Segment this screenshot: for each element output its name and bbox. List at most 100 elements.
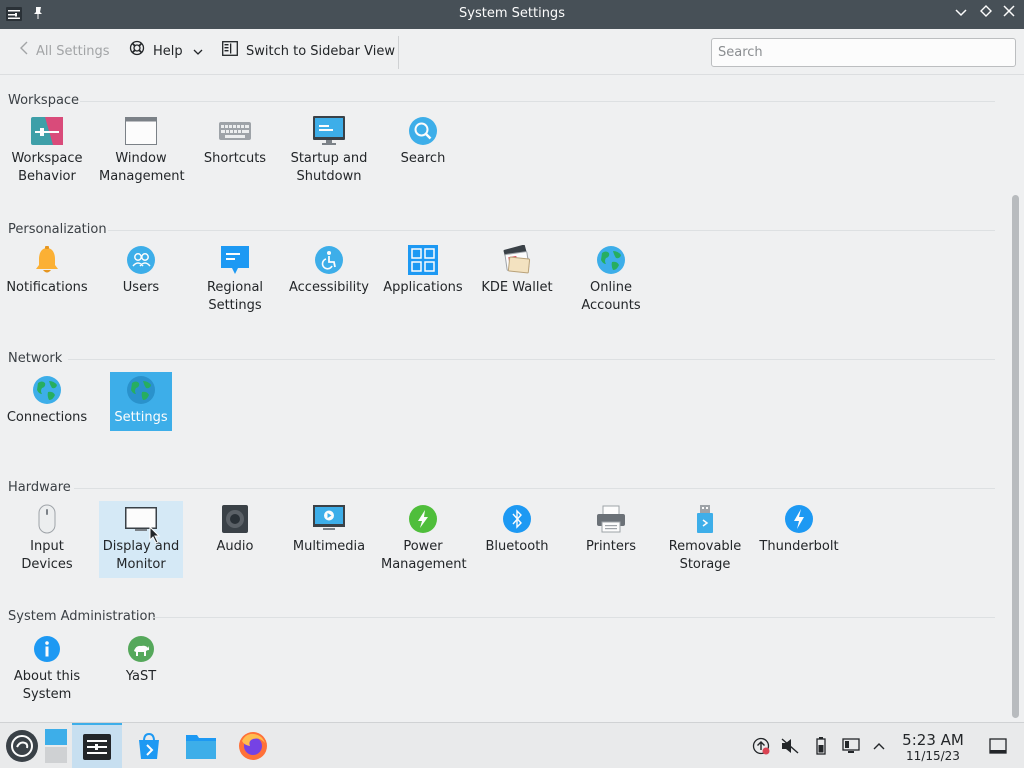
item-label: YaST: [125, 669, 157, 684]
file-manager-icon[interactable]: [178, 723, 224, 768]
item-shortcuts[interactable]: Shortcuts: [193, 115, 277, 168]
item-accessibility[interactable]: Accessibility: [287, 244, 371, 297]
globe-icon: [125, 374, 157, 406]
item-display-and-monitor[interactable]: Display and Monitor: [99, 501, 183, 578]
firefox-icon[interactable]: [230, 723, 276, 768]
thunderbolt-icon: [783, 503, 815, 535]
mouse-icon: [31, 503, 63, 535]
globe-icon: [595, 244, 627, 276]
item-label: Bluetooth: [485, 539, 549, 554]
taskbar: 5:23 AM 11/15/23: [0, 722, 1024, 768]
discover-icon[interactable]: [126, 723, 172, 768]
toolbar-separator: [398, 36, 399, 69]
opensuse-menu-icon[interactable]: [2, 723, 42, 768]
item-window-management[interactable]: Window Management: [99, 115, 185, 186]
item-yast[interactable]: YaST: [99, 631, 183, 686]
section-divider: [152, 617, 995, 618]
tray-expand-icon[interactable]: [869, 723, 889, 768]
keyboard-icon: [219, 115, 251, 147]
section-divider: [74, 488, 995, 489]
pager-icon[interactable]: [42, 723, 70, 768]
network-icon[interactable]: [840, 723, 862, 768]
multimedia-icon: [313, 503, 345, 535]
item-label: Startup and Shutdown: [290, 151, 368, 184]
item-notifications[interactable]: Notifications: [5, 244, 89, 297]
settings-overview: Workspace Workspace Behavior Window Mana…: [0, 76, 1008, 720]
item-thunderbolt[interactable]: Thunderbolt: [757, 501, 841, 556]
item-input-devices[interactable]: Input Devices: [5, 501, 89, 574]
mouse-cursor-icon: [149, 525, 161, 548]
section-divider: [80, 101, 995, 102]
clock-date: 11/15/23: [906, 749, 960, 763]
help-label: Help: [153, 44, 183, 59]
updates-icon[interactable]: [750, 723, 772, 768]
item-audio[interactable]: Audio: [193, 501, 277, 556]
battery-icon[interactable]: [811, 723, 831, 768]
item-label: Shortcuts: [203, 151, 267, 166]
speaker-icon: [219, 503, 251, 535]
help-menu-button[interactable]: Help: [129, 40, 203, 63]
search-input[interactable]: Search: [711, 38, 1016, 67]
monitor-icon: [313, 115, 345, 147]
item-removable-storage[interactable]: Removable Storage: [663, 501, 747, 574]
item-label: Workspace Behavior: [11, 151, 83, 184]
item-network-settings[interactable]: Settings: [110, 372, 172, 431]
item-label: Thunderbolt: [759, 539, 839, 554]
item-label: Printers: [585, 539, 637, 554]
item-about-this-system[interactable]: About this System: [5, 631, 89, 704]
power-icon: [407, 503, 439, 535]
section-title-personalization: Personalization: [8, 222, 107, 237]
item-applications[interactable]: Applications: [381, 244, 465, 297]
item-label: Display and Monitor: [102, 539, 180, 572]
window-title: System Settings: [459, 6, 565, 21]
title-bar: System Settings: [0, 0, 1024, 29]
all-settings-back-button[interactable]: All Settings: [20, 41, 110, 63]
switch-to-sidebar-view-button[interactable]: Switch to Sidebar View: [222, 40, 395, 63]
item-printers[interactable]: Printers: [569, 501, 653, 556]
users-icon: [125, 244, 157, 276]
scrollbar-thumb[interactable]: [1012, 195, 1019, 718]
item-label: Removable Storage: [668, 539, 742, 572]
item-label: Users: [122, 280, 160, 295]
item-label: Accessibility: [289, 280, 369, 295]
applications-grid-icon: [407, 244, 439, 276]
item-label: Online Accounts: [581, 280, 641, 313]
item-label: Input Devices: [21, 539, 73, 572]
chevron-left-icon: [20, 41, 28, 63]
minimize-icon[interactable]: [952, 5, 970, 23]
item-users[interactable]: Users: [99, 244, 183, 297]
wallet-icon: [501, 244, 533, 276]
item-bluetooth[interactable]: Bluetooth: [475, 501, 559, 556]
section-title-system-administration: System Administration: [8, 609, 156, 624]
item-search[interactable]: Search: [381, 115, 465, 168]
item-label: Multimedia: [292, 539, 366, 554]
info-icon: [31, 633, 63, 665]
item-kde-wallet[interactable]: KDE Wallet: [475, 244, 559, 297]
close-icon[interactable]: [1000, 5, 1018, 23]
chevron-down-icon: [193, 41, 203, 63]
system-settings-icon[interactable]: [72, 723, 122, 768]
item-multimedia[interactable]: Multimedia: [287, 501, 371, 556]
item-regional-settings[interactable]: Regional Settings: [193, 244, 277, 315]
item-label: Notifications: [6, 280, 88, 295]
digital-clock[interactable]: 5:23 AM 11/15/23: [898, 732, 968, 764]
workspace-behavior-icon: [31, 115, 63, 147]
toolbar: All Settings Help Switch to Sidebar View…: [0, 29, 1024, 75]
maximize-icon[interactable]: [977, 5, 995, 23]
accessibility-icon: [313, 244, 345, 276]
item-connections[interactable]: Connections: [5, 372, 89, 431]
item-online-accounts[interactable]: Online Accounts: [569, 244, 653, 315]
yast-icon: [125, 633, 157, 665]
bell-icon: [31, 244, 63, 276]
item-label: KDE Wallet: [481, 280, 553, 295]
section-divider: [68, 359, 995, 360]
show-desktop-icon[interactable]: [986, 723, 1010, 768]
volume-muted-icon[interactable]: [779, 723, 801, 768]
item-workspace-behavior[interactable]: Workspace Behavior: [5, 115, 89, 186]
search-icon: [407, 115, 439, 147]
speech-bubble-icon: [219, 244, 251, 276]
item-power-management[interactable]: Power Management: [381, 501, 467, 574]
back-label: All Settings: [36, 44, 110, 59]
item-startup-and-shutdown[interactable]: Startup and Shutdown: [287, 115, 371, 186]
item-label: Connections: [6, 410, 88, 425]
